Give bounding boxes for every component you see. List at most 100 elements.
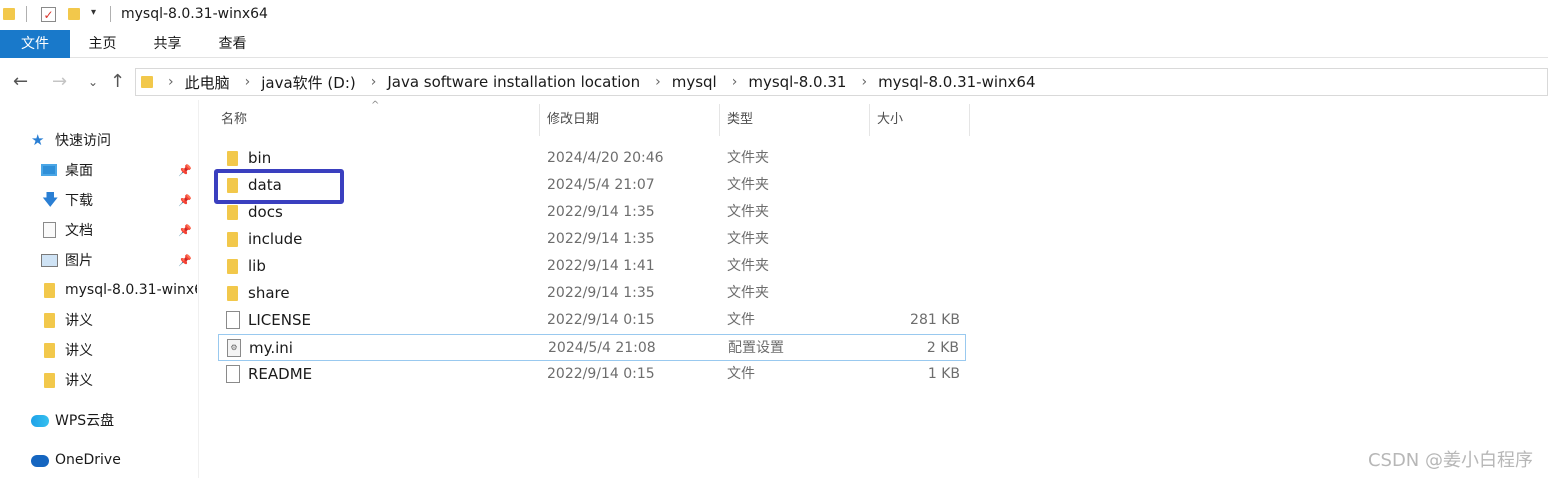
tab-file[interactable]: 文件 [0,30,70,58]
file-date: 2022/9/14 0:15 [547,312,655,328]
pin-icon[interactable]: 📌 [178,224,192,237]
folder-icon [141,76,153,88]
pictures-icon [41,254,58,267]
file-date: 2024/5/4 21:08 [548,340,656,356]
tab-share[interactable]: 共享 [140,30,195,58]
file-type: 文件夹 [727,150,769,166]
sidebar-item-quick-access[interactable]: ★ 快速访问 [0,127,199,153]
table-row[interactable]: LICENSE 2022/9/14 0:15 文件 281 KB [218,307,966,334]
breadcrumb-chevron-icon[interactable]: › [168,74,174,90]
breadcrumb-chevron-icon[interactable]: › [655,74,661,90]
properties-check-icon[interactable]: ✓ [41,7,56,22]
pin-icon[interactable]: 📌 [178,254,192,267]
window-title: mysql-8.0.31-winx64 [121,6,268,22]
table-row[interactable]: lib 2022/9/14 1:41 文件夹 [218,253,966,280]
column-header-date[interactable]: 修改日期 [547,104,717,136]
sidebar-item-label: 讲义 [65,313,93,329]
up-arrow-icon[interactable]: ↑ [110,70,125,94]
sidebar-item-documents[interactable]: 文档 📌 [0,217,199,243]
new-folder-icon[interactable] [68,8,80,20]
pin-icon[interactable]: 📌 [178,194,192,207]
navigation-pane: ★ 快速访问 桌面 📌 🡇 下载 📌 文档 📌 图片 📌 mysql-8.0.3… [0,100,199,478]
table-row[interactable]: share 2022/9/14 1:35 文件夹 [218,280,966,307]
column-header-name[interactable]: 名称 [221,104,537,136]
breadcrumb-item[interactable]: java软件 (D:) [261,72,356,93]
breadcrumb-item[interactable]: mysql [672,73,717,91]
wps-cloud-icon [31,415,49,427]
breadcrumb-chevron-icon[interactable]: › [861,74,867,90]
file-size: 281 KB [910,312,960,328]
file-size: 1 KB [927,366,960,382]
sidebar-item-label: OneDrive [55,452,121,468]
file-type: 文件夹 [727,285,769,301]
breadcrumb-item[interactable]: 此电脑 [185,72,230,93]
sidebar-item-notes[interactable]: 讲义 [0,337,199,363]
folder-icon [227,151,238,166]
recent-chevron-down-icon[interactable]: ⌄ [88,70,98,94]
file-type: 文件夹 [727,177,769,193]
file-name: include [248,230,303,248]
sidebar-item-label: 讲义 [65,373,93,389]
breadcrumb-item[interactable]: Java software installation location [387,73,640,91]
sidebar-item-notes[interactable]: 讲义 [0,307,199,333]
customize-toolbar-chevron-icon[interactable]: ▾ [91,7,96,18]
sidebar-item-pictures[interactable]: 图片 📌 [0,247,199,273]
file-date: 2022/9/14 0:15 [547,366,655,382]
back-arrow-icon[interactable]: ← [13,70,28,94]
folder-icon [3,8,15,20]
file-type: 文件 [727,312,755,328]
sidebar-item-label: mysql-8.0.31-winx64 [65,282,197,298]
column-header-type[interactable]: 类型 [727,104,867,136]
file-type: 文件 [727,366,755,382]
file-type: 文件夹 [727,258,769,274]
sidebar-item-label: 快速访问 [55,133,111,149]
settings-file-icon: ⚙ [227,339,241,357]
folder-icon [227,286,238,301]
sidebar-item-onedrive[interactable]: OneDrive [0,447,199,473]
breadcrumb-item[interactable]: mysql-8.0.31 [748,73,846,91]
forward-arrow-icon[interactable]: → [52,70,67,94]
table-row[interactable]: ⚙ my.ini 2024/5/4 21:08 配置设置 2 KB [218,334,966,361]
file-type: 文件夹 [727,231,769,247]
column-divider[interactable] [539,104,540,136]
file-name: my.ini [249,339,293,357]
annotation-highlight-box [214,169,344,204]
file-date: 2022/9/14 1:35 [547,204,655,220]
divider [26,6,27,22]
table-row[interactable]: README 2022/9/14 0:15 文件 1 KB [218,361,966,388]
file-name: README [248,365,313,383]
sidebar-item-notes[interactable]: 讲义 [0,367,199,393]
folder-icon [227,205,238,220]
column-divider[interactable] [719,104,720,136]
sidebar-item-mysql[interactable]: mysql-8.0.31-winx64 [0,277,199,303]
pin-icon[interactable]: 📌 [178,164,192,177]
folder-icon [44,373,55,388]
download-icon: 🡇 [42,190,59,209]
column-divider[interactable] [969,104,970,136]
sidebar-item-wps-cloud[interactable]: WPS云盘 [0,407,199,433]
folder-icon [44,343,55,358]
file-date: 2022/9/14 1:35 [547,285,655,301]
file-icon [226,365,240,383]
file-date: 2024/4/20 20:46 [547,150,664,166]
divider [110,6,111,22]
breadcrumb-chevron-icon[interactable]: › [732,74,738,90]
table-row[interactable]: bin 2024/4/20 20:46 文件夹 [218,145,966,172]
breadcrumb-chevron-icon[interactable]: › [245,74,251,90]
sidebar-item-desktop[interactable]: 桌面 📌 [0,157,199,183]
desktop-icon [41,164,57,176]
sidebar-item-downloads[interactable]: 🡇 下载 📌 [0,187,199,213]
tab-home[interactable]: 主页 [75,30,130,58]
tab-view[interactable]: 查看 [205,30,260,58]
file-date: 2024/5/4 21:07 [547,177,655,193]
breadcrumb-chevron-icon[interactable]: › [371,74,377,90]
breadcrumb-item[interactable]: mysql-8.0.31-winx64 [878,73,1035,91]
folder-icon [44,313,55,328]
column-header-size[interactable]: 大小 [877,104,967,136]
onedrive-icon [31,455,49,467]
address-bar[interactable]: › 此电脑 › java软件 (D:) › Java software installat… [135,68,1548,96]
table-row[interactable]: include 2022/9/14 1:35 文件夹 [218,226,966,253]
column-divider[interactable] [869,104,870,136]
breadcrumb: › 此电脑 › java软件 (D:) › Java software installat… [153,72,1036,93]
document-icon [43,222,56,238]
